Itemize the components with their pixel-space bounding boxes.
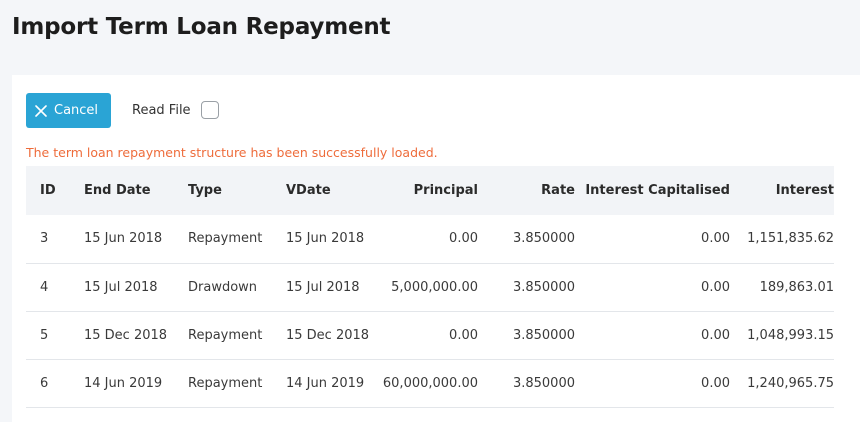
cell-interest: 189,863.01 <box>759 279 834 295</box>
cell-vdate: 15 Jul 2018 <box>286 279 360 295</box>
cell-id: 5 <box>40 327 49 343</box>
table-row[interactable]: 4 15 Jul 2018 Drawdown 15 Jul 2018 5,000… <box>26 263 834 311</box>
success-message: The term loan repayment structure has be… <box>26 145 438 160</box>
cell-id: 4 <box>40 279 49 295</box>
column-header-interest[interactable]: Interest <box>730 166 834 215</box>
cell-interest-capitalised: 0.00 <box>701 375 730 391</box>
table-row[interactable]: 5 15 Dec 2018 Repayment 15 Dec 2018 0.00… <box>26 311 834 359</box>
cell-end-date: 14 Jun 2019 <box>84 375 163 391</box>
cell-type: Repayment <box>188 327 263 343</box>
close-icon <box>35 104 47 117</box>
cell-vdate: 14 Jun 2019 <box>286 375 365 391</box>
table-row[interactable]: 6 14 Jun 2019 Repayment 14 Jun 2019 60,0… <box>26 359 834 407</box>
repayment-table: ID End Date Type VDate Principal Rate In… <box>26 166 834 408</box>
cell-rate: 3.850000 <box>512 279 575 295</box>
cell-rate: 3.850000 <box>512 375 575 391</box>
cell-principal: 0.00 <box>449 231 478 247</box>
column-header-interest-capitalised[interactable]: Interest Capitalised <box>575 166 730 215</box>
cell-interest: 1,240,965.75 <box>747 375 834 391</box>
column-header-principal[interactable]: Principal <box>376 166 478 215</box>
cell-type: Drawdown <box>188 279 258 295</box>
cell-interest-capitalised: 0.00 <box>701 327 730 343</box>
table-header-row: ID End Date Type VDate Principal Rate In… <box>26 166 834 215</box>
cell-principal: 60,000,000.00 <box>382 375 478 391</box>
cell-end-date: 15 Jul 2018 <box>84 279 158 295</box>
cell-type: Repayment <box>188 375 263 391</box>
cell-id: 6 <box>40 375 49 391</box>
cell-principal: 0.00 <box>449 327 478 343</box>
import-panel: Cancel Read File The term loan repayment… <box>12 75 860 422</box>
cell-type: Repayment <box>188 231 263 247</box>
table-row[interactable]: 3 15 Jun 2018 Repayment 15 Jun 2018 0.00… <box>26 215 834 263</box>
cell-rate: 3.850000 <box>512 231 575 247</box>
cell-id: 3 <box>40 231 49 247</box>
read-file-label: Read File <box>132 103 191 118</box>
column-header-id[interactable]: ID <box>26 166 84 215</box>
cancel-button-label: Cancel <box>54 103 99 118</box>
cell-principal: 5,000,000.00 <box>391 279 478 295</box>
cell-vdate: 15 Dec 2018 <box>286 327 370 343</box>
column-header-end-date[interactable]: End Date <box>84 166 188 215</box>
cancel-button[interactable]: Cancel <box>26 93 111 128</box>
cell-interest-capitalised: 0.00 <box>701 279 730 295</box>
cell-end-date: 15 Jun 2018 <box>84 231 163 247</box>
column-header-rate[interactable]: Rate <box>478 166 575 215</box>
cell-rate: 3.850000 <box>512 327 575 343</box>
cell-vdate: 15 Jun 2018 <box>286 231 365 247</box>
column-header-vdate[interactable]: VDate <box>286 166 376 215</box>
read-file-checkbox[interactable] <box>201 101 219 119</box>
cell-interest-capitalised: 0.00 <box>701 231 730 247</box>
cell-interest: 1,048,993.15 <box>747 327 834 343</box>
cell-end-date: 15 Dec 2018 <box>84 327 168 343</box>
cell-interest: 1,151,835.62 <box>747 231 834 247</box>
column-header-type[interactable]: Type <box>188 166 286 215</box>
page-title: Import Term Loan Repayment <box>12 14 391 40</box>
